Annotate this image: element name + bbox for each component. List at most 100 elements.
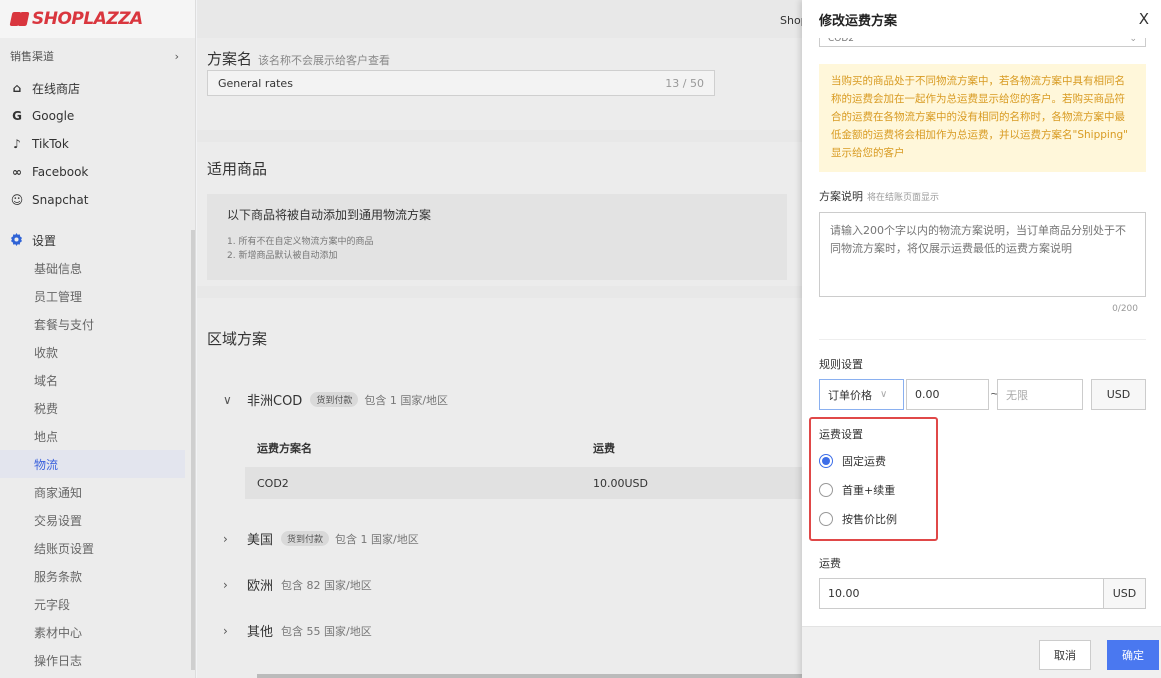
google-icon: G: [12, 109, 22, 123]
zone-row-africa-cod[interactable]: ∨ 非洲COD 货到付款 包含 1 国家/地区: [223, 390, 448, 409]
plan-name-heading: 方案名: [207, 50, 253, 68]
sidebar-item-facebook[interactable]: ∞ Facebook: [0, 158, 195, 186]
fee-currency-label: USD: [1103, 579, 1145, 608]
rule-setting-label: 规则设置: [819, 358, 863, 371]
sidebar-subitem[interactable]: 操作日志: [0, 646, 195, 674]
fee-option-label: 按售价比例: [842, 513, 897, 526]
drawer-header: 修改运费方案 X: [802, 0, 1161, 38]
sidebar-subitem[interactable]: 税费: [0, 394, 195, 422]
radio-icon: [819, 512, 833, 526]
cancel-button[interactable]: 取消: [1039, 640, 1091, 670]
sidebar-subitem[interactable]: 收款: [0, 338, 195, 366]
drawer-title: 修改运费方案: [819, 13, 898, 29]
sidebar-subitem[interactable]: 交易设置: [0, 506, 195, 534]
chevron-right-icon: ›: [223, 623, 228, 638]
rule-type-select[interactable]: 订单价格 ∨: [819, 379, 904, 410]
plan-name-input[interactable]: General rates 13 / 50: [207, 70, 715, 96]
plan-description-label: 方案说明 将在结账页面显示: [819, 188, 939, 204]
plan-description-sub: 将在结账页面显示: [867, 193, 940, 203]
close-icon[interactable]: X: [1139, 10, 1149, 28]
rule-setting-row: 订单价格 ∨ 0.00 ~ 无限 USD: [819, 379, 1146, 410]
horizontal-scrollbar[interactable]: [257, 674, 802, 678]
table-row[interactable]: COD2 10.00USD: [245, 467, 802, 499]
sidebar-item-label: 在线商店: [32, 81, 81, 96]
sidebar-item-snapchat[interactable]: ☺ Snapchat: [0, 186, 195, 214]
zone-row-europe[interactable]: › 欧洲 包含 82 国家/地区: [223, 575, 372, 595]
fee-input[interactable]: 10.00: [820, 579, 1103, 608]
plan-name-card: 方案名 该名称不会展示给客户查看 General rates 13 / 50: [197, 38, 802, 130]
zone-name: 欧洲: [247, 579, 274, 594]
gear-icon: [10, 233, 24, 247]
fee-option-fixed[interactable]: 固定运费: [819, 453, 886, 469]
zone-desc: 包含 82 国家/地区: [281, 578, 372, 592]
sidebar-item-在线商店[interactable]: ⌂ 在线商店: [0, 74, 195, 102]
cod-tag: 货到付款: [310, 392, 359, 407]
drawer-footer: 取消 确定: [802, 626, 1161, 678]
shipping-notice: 当购买的商品处于不同物流方案中，若各物流方案中具有相同名称的运费会加在一起作为总…: [819, 64, 1146, 172]
zone-name: 其他: [247, 625, 274, 640]
confirm-button[interactable]: 确定: [1107, 640, 1159, 670]
sidebar-subitem[interactable]: 员工管理: [0, 282, 195, 310]
plan-name-count: 13 / 50: [665, 76, 704, 90]
rule-min-input[interactable]: 0.00: [906, 379, 989, 410]
zone-name: 非洲COD: [247, 394, 303, 409]
zone-desc: 包含 1 国家/地区: [335, 532, 419, 546]
fee-setting-label: 运费设置: [819, 428, 863, 441]
fee-option-label: 首重+续重: [842, 484, 896, 497]
sidebar-subitem[interactable]: 素材中心: [0, 618, 195, 646]
chevron-down-icon: ∨: [223, 392, 232, 407]
sales-channel-header[interactable]: 销售渠道 ›: [0, 38, 195, 74]
rule-type-value: 订单价格: [828, 388, 872, 402]
sidebar-subitem[interactable]: 基础信息: [0, 254, 195, 282]
cod-tag: 货到付款: [281, 531, 330, 546]
sidebar-item-label: Snapchat: [32, 193, 89, 207]
brand-name: SHOPLAZZA: [32, 9, 143, 29]
zone-desc: 包含 1 国家/地区: [364, 393, 449, 407]
sidebar-item-tiktok[interactable]: ♪ TikTok: [0, 130, 195, 158]
sidebar-subitem[interactable]: 结账页设置: [0, 534, 195, 562]
settings-label: 设置: [32, 233, 57, 248]
zone-plans-card: 区域方案 ∨ 非洲COD 货到付款 包含 1 国家/地区 运费方案名 运费 CO…: [197, 298, 802, 678]
sidebar-subitem[interactable]: 域名: [0, 366, 195, 394]
goods-main-text: 以下商品将被自动添加到通用物流方案: [227, 208, 432, 222]
sidebar: SHOPLAZZA 销售渠道 › ⌂ 在线商店 G Google ♪ TikTok ∞ Fac…: [0, 0, 196, 678]
sidebar-item-settings[interactable]: 设置: [0, 226, 195, 254]
sidebar-scrollbar[interactable]: [191, 230, 195, 670]
sidebar-subitem[interactable]: 地点: [0, 422, 195, 450]
divider: [819, 339, 1146, 340]
fee-label: 运费: [819, 557, 841, 570]
sidebar-item-label: Google: [32, 109, 75, 123]
fee-option-ratio[interactable]: 按售价比例: [819, 511, 897, 527]
sales-channel-label: 销售渠道: [10, 50, 54, 63]
sidebar-subitem[interactable]: 元字段: [0, 590, 195, 618]
goods-rule-line: 2. 新增商品默认被自动添加: [227, 251, 338, 261]
goods-rule-line: 1. 所有不在自定义物流方案中的商品: [227, 237, 374, 247]
sidebar-subitem[interactable]: 物流: [0, 450, 185, 478]
radio-selected-icon: [819, 454, 833, 468]
plan-description-heading: 方案说明: [819, 190, 863, 203]
chevron-right-icon: ›: [174, 49, 179, 63]
description-char-count: 0/200: [1112, 304, 1138, 314]
main-content: 方案名 该名称不会展示给客户查看 General rates 13 / 50 适用…: [197, 0, 808, 678]
storefront-icon: ⌂: [12, 81, 22, 95]
plan-name-hint: 该名称不会展示给客户查看: [258, 54, 391, 67]
rate-value-cell: 10.00USD: [593, 476, 648, 490]
fee-option-weight[interactable]: 首重+续重: [819, 482, 895, 498]
sidebar-subitem[interactable]: 服务条款: [0, 562, 195, 590]
plan-name-value: General rates: [218, 76, 293, 90]
sidebar-item-label: Facebook: [32, 165, 89, 179]
zone-row-other[interactable]: › 其他 包含 55 国家/地区: [223, 621, 372, 641]
rule-max-input[interactable]: 无限: [997, 379, 1083, 410]
brand-logo[interactable]: SHOPLAZZA: [0, 0, 195, 38]
rule-currency-label: USD: [1091, 379, 1146, 410]
plan-description-textarea[interactable]: [819, 212, 1146, 297]
applicable-goods-card: 适用商品 以下商品将被自动添加到通用物流方案 1. 所有不在自定义物流方案中的商…: [197, 142, 802, 286]
chevron-right-icon: ›: [223, 577, 228, 592]
sidebar-item-google[interactable]: G Google: [0, 102, 195, 130]
applicable-goods-title: 适用商品: [207, 160, 268, 178]
column-header-rate: 运费: [593, 442, 615, 455]
sidebar-subitem[interactable]: 套餐与支付: [0, 310, 195, 338]
sidebar-subitem[interactable]: 商家通知: [0, 478, 195, 506]
zone-row-usa[interactable]: › 美国 货到付款 包含 1 国家/地区: [223, 529, 419, 548]
zone-name: 美国: [247, 533, 274, 548]
